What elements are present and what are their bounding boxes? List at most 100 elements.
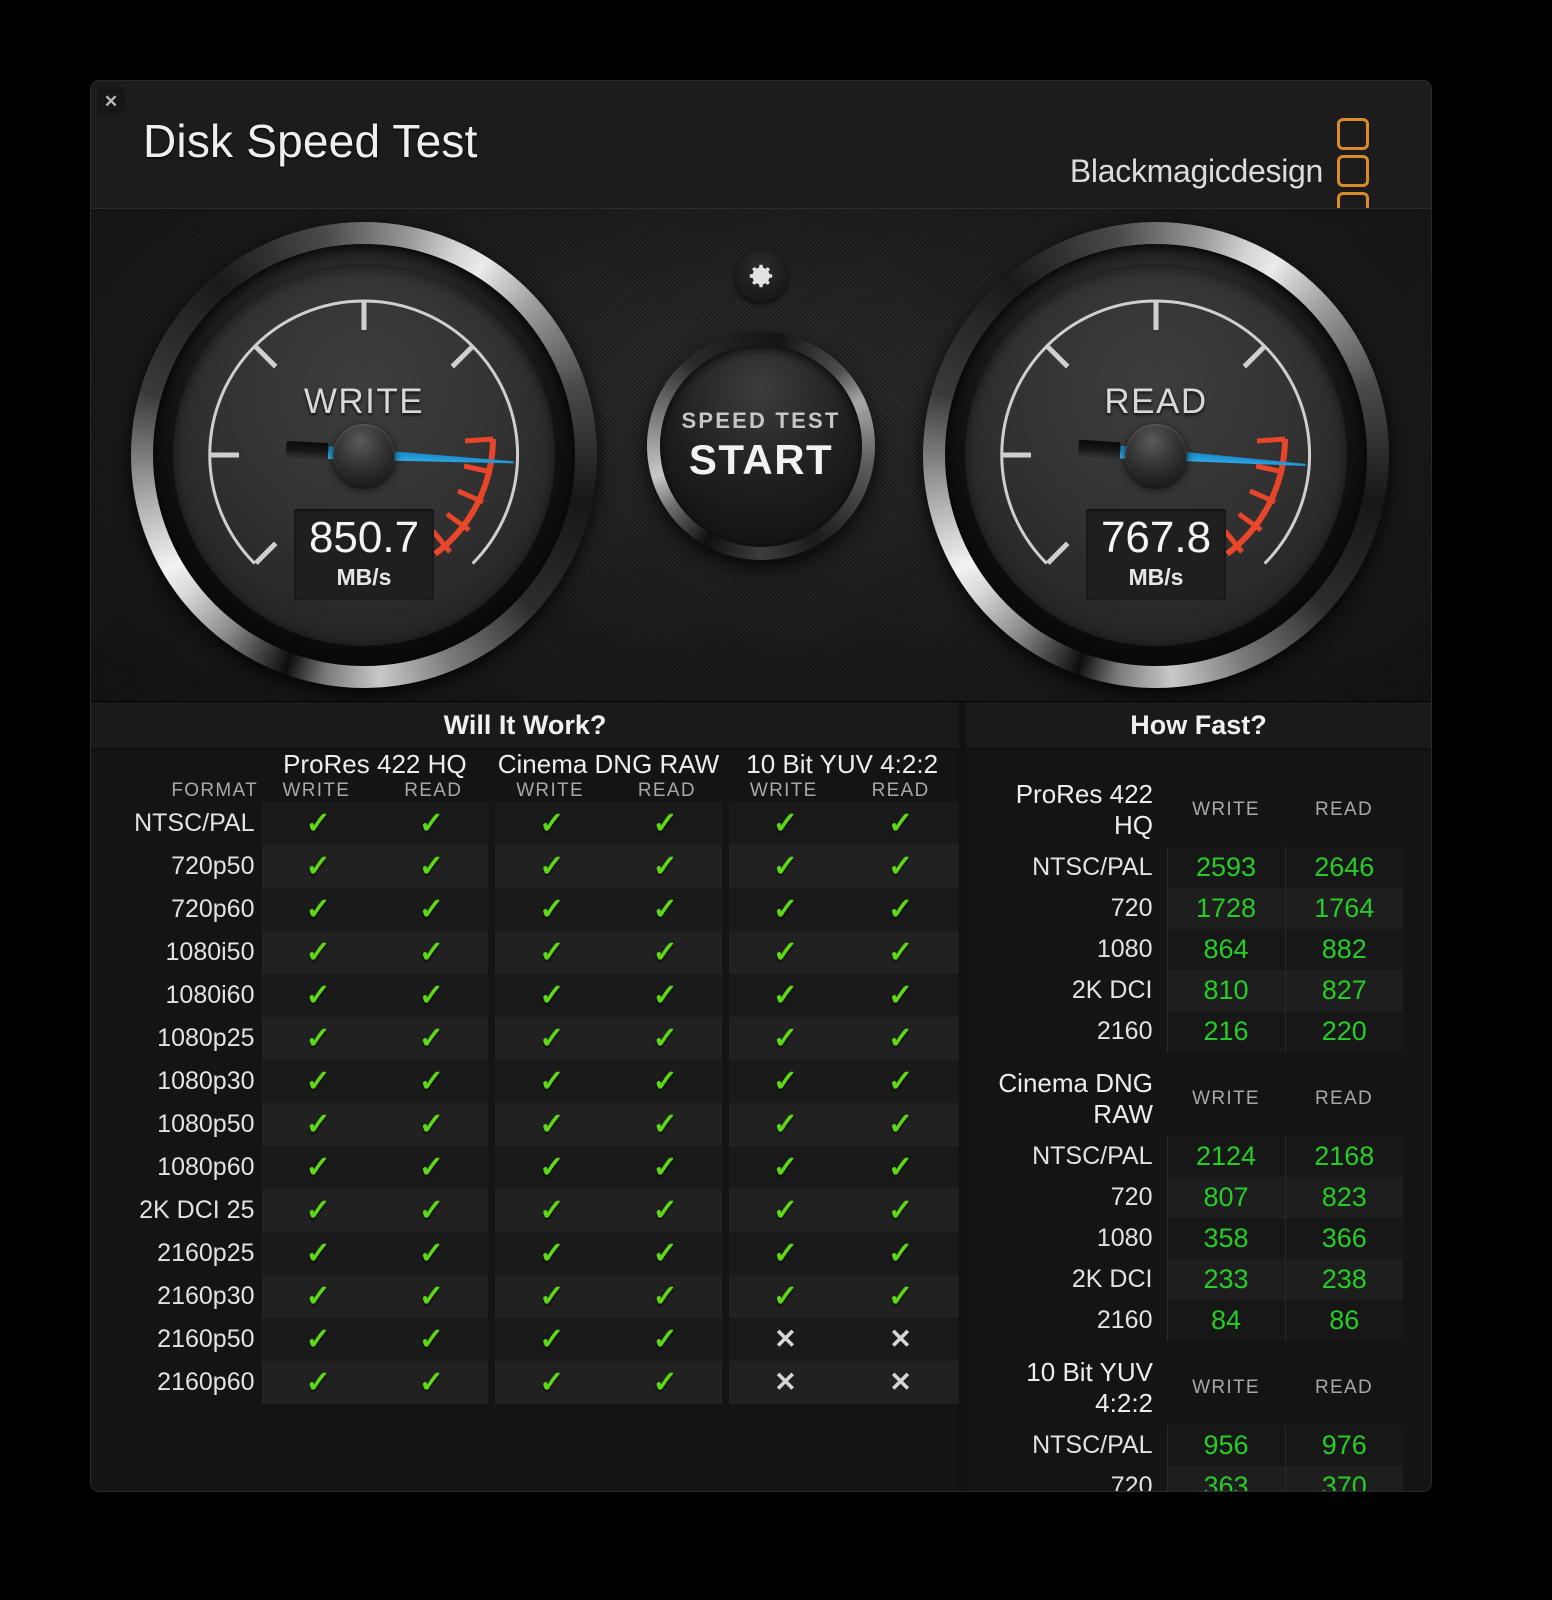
support-check-cell: ✓ (608, 1103, 725, 1146)
how-fast-format-label: 2K DCI (988, 970, 1167, 1011)
cross-icon: ✕ (774, 1324, 797, 1354)
will-it-work-panel: Will It Work? FORMAT ProRes 422 HQ Cinem… (91, 702, 959, 1491)
group-header-prores: ProRes 422 HQ (258, 749, 492, 780)
check-icon: ✓ (653, 1323, 678, 1356)
how-fast-body: ProRes 422 HQWRITEREADNTSC/PAL2593264672… (966, 749, 1431, 1491)
how-fast-read-value: 827 (1285, 970, 1403, 1011)
support-check-cell: ✓ (725, 845, 842, 888)
how-fast-read-value: 882 (1285, 929, 1403, 970)
how-fast-format-label: 2K DCI (988, 1259, 1167, 1300)
table-row: NTSC/PAL956976 (988, 1425, 1403, 1466)
table-row: 1080864882 (988, 929, 1403, 970)
sub-header-prores-write: WRITE (258, 780, 375, 802)
format-label: 720p60 (91, 888, 258, 931)
format-label: 1080p50 (91, 1103, 258, 1146)
check-icon: ✓ (539, 1108, 564, 1141)
check-icon: ✓ (653, 1366, 678, 1399)
check-icon: ✓ (306, 979, 331, 1012)
support-check-cell: ✓ (492, 931, 609, 974)
support-check-cell: ✓ (725, 974, 842, 1017)
read-gauge: READ 767.8 MB/s (923, 222, 1389, 688)
how-fast-read-value: 1764 (1285, 888, 1403, 929)
support-check-cell: ✓ (492, 845, 609, 888)
write-value: 850.7 (294, 516, 434, 560)
support-check-cell: ✓ (375, 1232, 492, 1275)
format-column-header: FORMAT (91, 749, 258, 802)
format-label: 1080p60 (91, 1146, 258, 1189)
how-fast-write-value: 864 (1167, 929, 1285, 970)
check-icon: ✓ (539, 1323, 564, 1356)
support-check-cell: ✓ (842, 1275, 959, 1318)
check-icon: ✓ (306, 807, 331, 840)
support-check-cell: ✓ (258, 1275, 375, 1318)
check-icon: ✓ (773, 1194, 798, 1227)
check-icon: ✓ (773, 1108, 798, 1141)
check-icon: ✓ (419, 1366, 444, 1399)
check-icon: ✓ (653, 936, 678, 969)
speed-test-start-button[interactable]: SPEED TEST START (647, 332, 875, 560)
support-cross-cell: ✕ (725, 1361, 842, 1404)
how-fast-sub-header-write: WRITE (1167, 1052, 1285, 1136)
check-icon: ✓ (888, 893, 913, 926)
support-check-cell: ✓ (375, 1017, 492, 1060)
how-fast-read-value: 2646 (1285, 847, 1403, 888)
support-check-cell: ✓ (608, 1017, 725, 1060)
check-icon: ✓ (888, 1237, 913, 1270)
how-fast-write-value: 358 (1167, 1218, 1285, 1259)
check-icon: ✓ (773, 1022, 798, 1055)
how-fast-sub-header-read: READ (1285, 763, 1403, 847)
how-fast-read-value: 2168 (1285, 1136, 1403, 1177)
table-row: 2K DCI810827 (988, 970, 1403, 1011)
write-gauge-label: WRITE (173, 382, 555, 422)
title-bar: ✕ Disk Speed Test Blackmagicdesign (91, 81, 1431, 208)
how-fast-format-label: 720 (988, 888, 1167, 929)
table-row: 2160p50✓✓✓✓✕✕ (91, 1318, 959, 1361)
support-check-cell: ✓ (375, 974, 492, 1017)
support-check-cell: ✓ (258, 1103, 375, 1146)
read-gauge-label: READ (965, 382, 1347, 422)
check-icon: ✓ (888, 936, 913, 969)
check-icon: ✓ (653, 1194, 678, 1227)
close-button[interactable]: ✕ (97, 87, 125, 115)
support-check-cell: ✓ (725, 1189, 842, 1232)
how-fast-section-name: 10 Bit YUV 4:2:2 (988, 1341, 1167, 1425)
support-check-cell: ✓ (492, 1361, 609, 1404)
start-button-label: START (689, 436, 833, 484)
support-check-cell: ✓ (608, 931, 725, 974)
sub-header-yuv-read: READ (842, 780, 959, 802)
support-check-cell: ✓ (725, 931, 842, 974)
support-check-cell: ✓ (725, 1146, 842, 1189)
how-fast-write-value: 956 (1167, 1425, 1285, 1466)
check-icon: ✓ (419, 1022, 444, 1055)
support-check-cell: ✓ (492, 1017, 609, 1060)
table-row: 1080358366 (988, 1218, 1403, 1259)
support-check-cell: ✓ (258, 845, 375, 888)
how-fast-read-value: 370 (1285, 1466, 1403, 1491)
format-label: 1080p25 (91, 1017, 258, 1060)
how-fast-format-label: NTSC/PAL (988, 847, 1167, 888)
how-fast-format-label: 720 (988, 1177, 1167, 1218)
format-label: NTSC/PAL (91, 802, 258, 845)
table-row: NTSC/PAL✓✓✓✓✓✓ (91, 802, 959, 845)
support-check-cell: ✓ (375, 1318, 492, 1361)
how-fast-format-label: 1080 (988, 929, 1167, 970)
how-fast-write-value: 1728 (1167, 888, 1285, 929)
check-icon: ✓ (653, 1151, 678, 1184)
sub-header-dng-write: WRITE (492, 780, 609, 802)
table-row: 2160p25✓✓✓✓✓✓ (91, 1232, 959, 1275)
settings-button[interactable] (735, 250, 787, 302)
how-fast-write-value: 216 (1167, 1011, 1285, 1052)
write-gauge-face: WRITE 850.7 MB/s (173, 264, 555, 646)
how-fast-table: ProRes 422 HQWRITEREADNTSC/PAL2593264672… (988, 763, 1403, 1491)
check-icon: ✓ (539, 1280, 564, 1313)
start-button-sublabel: SPEED TEST (682, 408, 841, 434)
how-fast-write-value: 810 (1167, 970, 1285, 1011)
gear-icon (746, 261, 776, 291)
check-icon: ✓ (306, 1065, 331, 1098)
table-row: 2160216220 (988, 1011, 1403, 1052)
check-icon: ✓ (306, 1108, 331, 1141)
check-icon: ✓ (773, 893, 798, 926)
support-check-cell: ✓ (375, 802, 492, 845)
how-fast-write-value: 807 (1167, 1177, 1285, 1218)
check-icon: ✓ (539, 936, 564, 969)
